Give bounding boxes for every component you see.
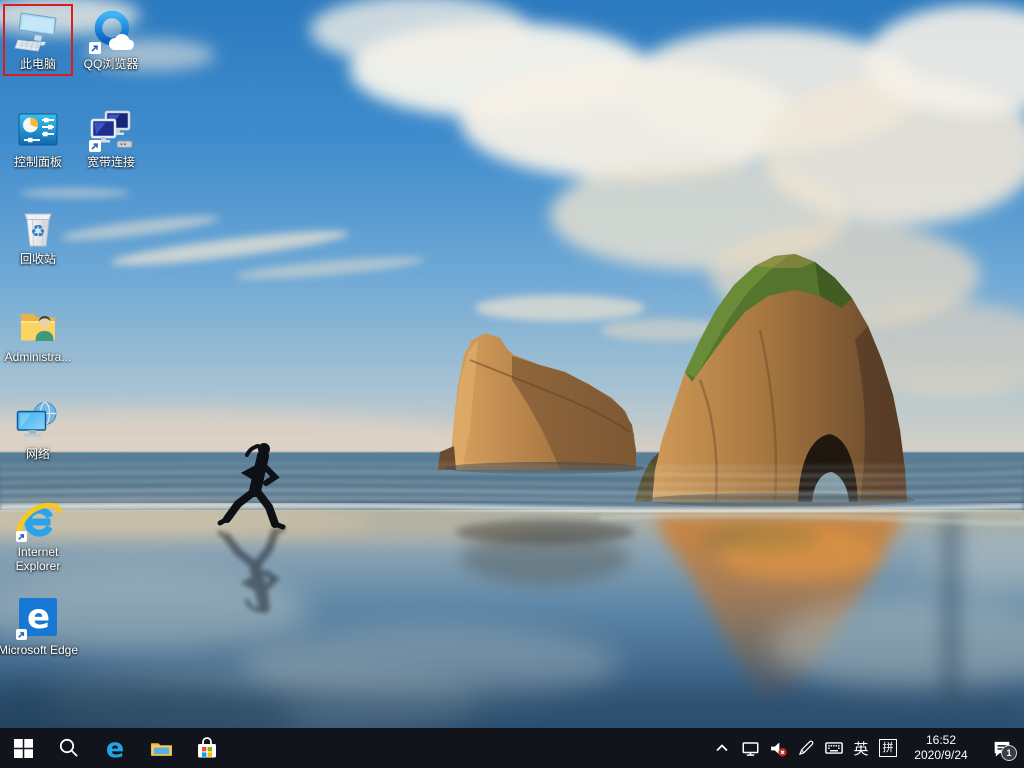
icon-label: Administra...	[0, 350, 80, 364]
svg-text:e: e	[106, 735, 124, 761]
control-panel-icon	[14, 106, 62, 154]
clock-time: 16:52	[926, 733, 956, 748]
desktop-icon-control-panel[interactable]: 控制面板	[3, 102, 73, 174]
chevron-up-icon	[714, 740, 730, 756]
show-hidden-icons-button[interactable]	[708, 728, 736, 768]
desktop-icon-broadband[interactable]: 宽带连接	[76, 102, 146, 174]
svg-text:♻: ♻	[30, 222, 45, 242]
system-tray: 英 拼 16:52 2020/9/24 1	[708, 728, 1024, 768]
internet-explorer-icon	[14, 496, 62, 544]
ime-language-indicator[interactable]: 英	[848, 728, 874, 768]
shortcut-arrow-overlay	[89, 42, 101, 54]
shortcut-arrow-overlay	[89, 140, 101, 152]
store-bag-icon	[195, 736, 219, 760]
touch-keyboard-button[interactable]	[820, 728, 848, 768]
search-icon	[58, 737, 80, 759]
icon-label: Microsoft Edge	[0, 643, 80, 657]
ime-mode-text: 英	[853, 738, 868, 759]
network-ethernet-icon	[742, 740, 759, 757]
windows-desktop: 此电脑 QQ浏览器 控制面	[0, 0, 1024, 768]
network-status-button[interactable]	[736, 728, 764, 768]
desktop-icon-this-pc[interactable]: 此电脑	[3, 4, 73, 76]
icon-label: 控制面板	[0, 155, 80, 169]
computer-monitor-icon	[14, 8, 62, 56]
search-button[interactable]	[46, 728, 92, 768]
clock-date: 2020/9/24	[914, 748, 967, 763]
microsoft-edge-icon: e	[14, 594, 62, 642]
windows-ink-button[interactable]	[792, 728, 820, 768]
taskbar-edge-button[interactable]: e	[92, 728, 138, 768]
touch-keyboard-icon	[825, 739, 843, 757]
volume-button[interactable]	[764, 728, 792, 768]
desktop-icon-recycle-bin[interactable]: ♻ 回收站	[3, 199, 73, 271]
icon-label: 回收站	[0, 252, 80, 266]
taskbar-store-button[interactable]	[184, 728, 230, 768]
start-button[interactable]	[0, 728, 46, 768]
desktop-icon-qq-browser[interactable]: QQ浏览器	[76, 4, 146, 76]
wallpaper-beach-rocks-runner	[0, 0, 1024, 728]
folder-icon	[149, 736, 174, 761]
taskbar-clock[interactable]: 16:52 2020/9/24	[902, 728, 980, 768]
desktop-icon-network[interactable]: 网络	[3, 394, 73, 466]
taskbar-file-explorer-button[interactable]	[138, 728, 184, 768]
desktop-icon-microsoft-edge[interactable]: e Microsoft Edge	[3, 590, 73, 662]
qq-browser-icon	[87, 8, 135, 56]
dual-monitors-icon	[87, 106, 135, 154]
shortcut-arrow-overlay	[16, 629, 27, 640]
recycle-bin-icon: ♻	[14, 203, 62, 251]
icon-label: Internet Explorer	[0, 545, 80, 573]
edge-icon: e	[102, 735, 128, 761]
shortcut-arrow-overlay	[16, 531, 27, 542]
icon-label: 宽带连接	[69, 155, 153, 169]
desktop-icon-administrator[interactable]: Administra...	[3, 297, 73, 369]
ime-pinyin-indicator[interactable]: 拼	[874, 728, 902, 768]
volume-muted-icon	[770, 740, 787, 757]
icon-label: QQ浏览器	[69, 57, 153, 71]
globe-monitor-icon	[14, 398, 62, 446]
action-center-button[interactable]: 1	[980, 728, 1024, 768]
notification-badge: 1	[1001, 745, 1017, 761]
icon-label: 此电脑	[0, 57, 80, 71]
user-folder-icon	[14, 301, 62, 349]
windows-ink-pen-icon	[798, 740, 814, 756]
svg-text:e: e	[27, 597, 50, 637]
ime-name-text: 拼	[879, 739, 897, 757]
taskbar: e	[0, 728, 1024, 768]
windows-logo-icon	[14, 739, 33, 758]
icon-label: 网络	[0, 447, 80, 461]
desktop-icon-internet-explorer[interactable]: Internet Explorer	[3, 492, 73, 578]
